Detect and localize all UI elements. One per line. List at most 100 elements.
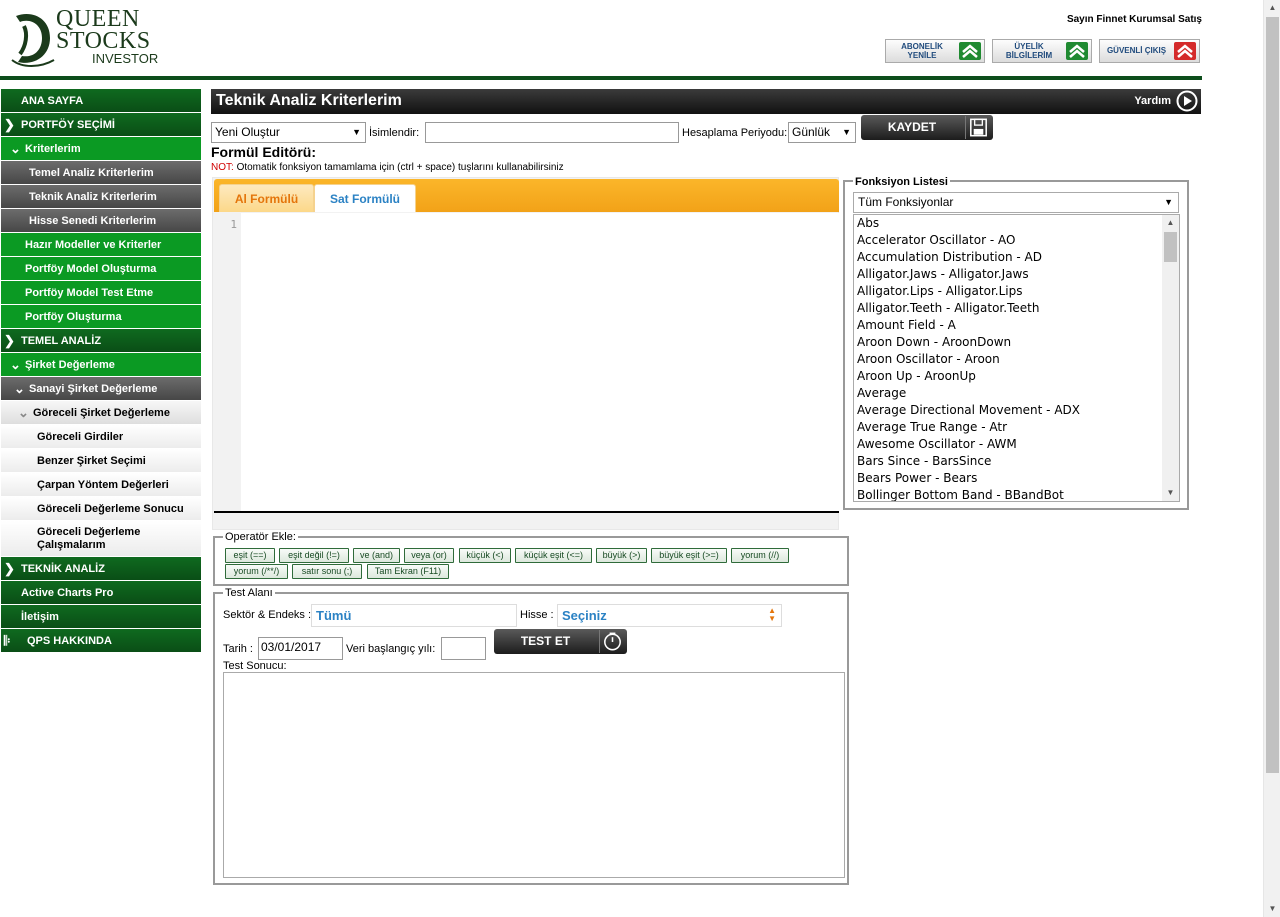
list-item[interactable]: Accumulation Distribution - AD	[854, 249, 1179, 266]
list-item[interactable]: Awesome Oscillator - AWM	[854, 436, 1179, 453]
operator-line-end-button[interactable]: satır sonu (;)	[292, 564, 362, 579]
sidebar-item-technical-criteria[interactable]: Teknik Analiz Kriterlerim	[1, 185, 201, 209]
sidebar-item-label: Teknik Analiz Kriterlerim	[29, 191, 157, 203]
sidebar-item-label: İletişim	[21, 611, 59, 623]
sidebar-item-fundamental-criteria[interactable]: Temel Analiz Kriterlerim	[1, 161, 201, 185]
page-title: Teknik Analiz Kriterlerim	[216, 92, 402, 109]
sidebar-item-relative-result[interactable]: Göreceli Değerleme Sonucu	[1, 497, 201, 521]
list-item[interactable]: Bars Since - BarsSince	[854, 453, 1179, 470]
operator-block-comment-button[interactable]: yorum (/**/)	[225, 564, 288, 579]
list-item[interactable]: Alligator.Teeth - Alligator.Teeth	[854, 300, 1179, 317]
function-list-scrollbar[interactable]: ▲ ▼	[1162, 215, 1179, 501]
save-button[interactable]: KAYDET	[861, 115, 993, 140]
secure-logout-button[interactable]: GÜVENLİ ÇIKIŞ	[1099, 39, 1200, 63]
sidebar-item-label: Hazır Modeller ve Kriterler	[25, 239, 162, 251]
logo-line2: STOCKS	[56, 28, 151, 54]
list-item[interactable]: Average Directional Movement - ADX	[854, 402, 1179, 419]
period-select[interactable]: Günlük ▼	[788, 122, 856, 143]
code-editor[interactable]: 1	[214, 213, 839, 513]
test-result-textarea[interactable]	[223, 672, 845, 878]
help-link[interactable]: Yardım	[1134, 95, 1171, 107]
list-item[interactable]: Alligator.Jaws - Alligator.Jaws	[854, 266, 1179, 283]
operator-less-button[interactable]: küçük (<)	[459, 548, 511, 563]
list-item[interactable]: Average True Range - Atr	[854, 419, 1179, 436]
sidebar-item-multiplier-values[interactable]: Çarpan Yöntem Değerleri	[1, 473, 201, 497]
sidebar-item-label: QPS HAKKINDA	[27, 635, 112, 647]
scrollbar-thumb[interactable]	[1164, 232, 1177, 262]
sidebar-item-technical-analysis[interactable]: ❯ TEKNİK ANALİZ	[1, 557, 201, 581]
test-button[interactable]: TEST ET	[494, 629, 627, 654]
scroll-up-arrow-icon[interactable]: ▲	[1162, 215, 1179, 231]
sidebar-item-label: TEKNİK ANALİZ	[21, 563, 105, 575]
play-circle-icon[interactable]	[1175, 90, 1199, 112]
operator-less-equal-button[interactable]: küçük eşit (<=)	[515, 548, 592, 563]
list-item[interactable]: Average	[854, 385, 1179, 402]
list-item[interactable]: Bollinger Bottom Band - BBandBot	[854, 487, 1179, 501]
operator-equal-button[interactable]: eşit (==)	[225, 548, 275, 563]
sidebar-item-label: Temel Analiz Kriterlerim	[29, 167, 154, 179]
list-item[interactable]: Abs	[854, 215, 1179, 232]
function-filter-select[interactable]: Tüm Fonksiyonlar ▼	[853, 192, 1179, 213]
sidebar-item-home[interactable]: ANA SAYFA	[1, 89, 201, 113]
date-input[interactable]: 03/01/2017	[258, 637, 343, 660]
chevron-down-icon: ⌄	[18, 405, 29, 420]
scroll-down-arrow-icon[interactable]: ▼	[1264, 901, 1280, 917]
sidebar-item-portfolio-model-test[interactable]: Portföy Model Test Etme	[1, 281, 201, 305]
sidebar-item-peer-selection[interactable]: Benzer Şirket Seçimi	[1, 449, 201, 473]
list-item[interactable]: Aroon Up - AroonUp	[854, 368, 1179, 385]
list-item[interactable]: Amount Field - A	[854, 317, 1179, 334]
floppy-disk-icon	[965, 116, 987, 139]
sidebar-item-relative-studies[interactable]: Göreceli Değerleme Çalışmalarım	[1, 521, 201, 557]
sidebar-item-my-criteria[interactable]: ⌄ Kriterlerim	[1, 137, 201, 161]
scroll-down-arrow-icon[interactable]: ▼	[1162, 485, 1179, 501]
operator-greater-button[interactable]: büyük (>)	[596, 548, 647, 563]
sidebar-item-stock-criteria[interactable]: Hisse Senedi Kriterlerim	[1, 209, 201, 233]
membership-info-button[interactable]: ÜYELİK BİLGİLERİM	[992, 39, 1092, 63]
list-item[interactable]: Alligator.Lips - Alligator.Lips	[854, 283, 1179, 300]
sidebar-item-relative-inputs[interactable]: Göreceli Girdiler	[1, 425, 201, 449]
list-item[interactable]: Accelerator Oscillator - AO	[854, 232, 1179, 249]
qps-logo-icon: 𝄆	[4, 633, 11, 648]
list-item[interactable]: Aroon Down - AroonDown	[854, 334, 1179, 351]
sidebar-item-industry-valuation[interactable]: ⌄ Sanayi Şirket Değerleme	[1, 377, 201, 401]
start-year-input[interactable]	[441, 637, 486, 660]
scroll-up-arrow-icon[interactable]: ▲	[1264, 0, 1280, 16]
sidebar-item-active-charts[interactable]: Active Charts Pro	[1, 581, 201, 605]
tab-sell-formula[interactable]: Sat Formülü	[314, 184, 416, 212]
sidebar-item-contact[interactable]: İletişim	[1, 605, 201, 629]
sidebar-item-fundamental-analysis[interactable]: ❯ TEMEL ANALİZ	[1, 329, 201, 353]
sector-label: Sektör & Endeks :	[223, 609, 312, 621]
sidebar-item-portfolio-selection[interactable]: ❯ PORTFÖY SEÇİMİ	[1, 113, 201, 137]
sidebar-item-ready-models[interactable]: Hazır Modeller ve Kriterler	[1, 233, 201, 257]
date-label: Tarih :	[223, 643, 253, 655]
sector-select[interactable]: Tümü	[311, 604, 517, 627]
logo[interactable]: QUEEN STOCKS INVESTOR	[10, 7, 170, 70]
tab-buy-formula[interactable]: Al Formülü	[219, 184, 314, 212]
sidebar-item-label: Göreceli Değerleme	[37, 526, 141, 538]
sidebar-item-label: Portföy Model Oluşturma	[25, 263, 157, 275]
renew-subscription-button[interactable]: ABONELİK YENİLE	[885, 39, 985, 63]
list-item[interactable]: Aroon Oscillator - Aroon	[854, 351, 1179, 368]
stock-select[interactable]: Seçiniz ▲ ▼	[557, 604, 782, 627]
sidebar-item-about[interactable]: 𝄆 QPS HAKKINDA	[1, 629, 201, 653]
note-prefix: NOT:	[211, 162, 234, 173]
function-list[interactable]: Abs Accelerator Oscillator - AO Accumula…	[853, 214, 1180, 502]
logo-mark-icon	[11, 14, 55, 67]
operator-not-equal-button[interactable]: eşit değil (!=)	[279, 548, 349, 563]
name-input[interactable]	[425, 122, 679, 143]
operator-and-button[interactable]: ve (and)	[353, 548, 400, 563]
operator-greater-equal-button[interactable]: büyük eşit (>=)	[651, 548, 727, 563]
page-scrollbar[interactable]: ▲ ▼	[1263, 0, 1280, 917]
sidebar-item-relative-valuation[interactable]: ⌄ Göreceli Şirket Değerleme	[1, 401, 201, 425]
chevron-down-icon: ⌄	[14, 381, 25, 396]
operator-or-button[interactable]: veya (or)	[404, 548, 454, 563]
sidebar-item-portfolio-create[interactable]: Portföy Oluşturma	[1, 305, 201, 329]
formula-editor: Al Formülü Sat Formülü 1	[212, 177, 839, 530]
sidebar-item-company-valuation[interactable]: ⌄ Şirket Değerleme	[1, 353, 201, 377]
criteria-select[interactable]: Yeni Oluştur ▼	[211, 122, 366, 143]
scrollbar-thumb[interactable]	[1266, 17, 1279, 773]
operator-comment-button[interactable]: yorum (//)	[731, 548, 789, 563]
sidebar-item-portfolio-model-create[interactable]: Portföy Model Oluşturma	[1, 257, 201, 281]
fullscreen-button[interactable]: Tam Ekran (F11)	[367, 564, 449, 579]
list-item[interactable]: Bears Power - Bears	[854, 470, 1179, 487]
